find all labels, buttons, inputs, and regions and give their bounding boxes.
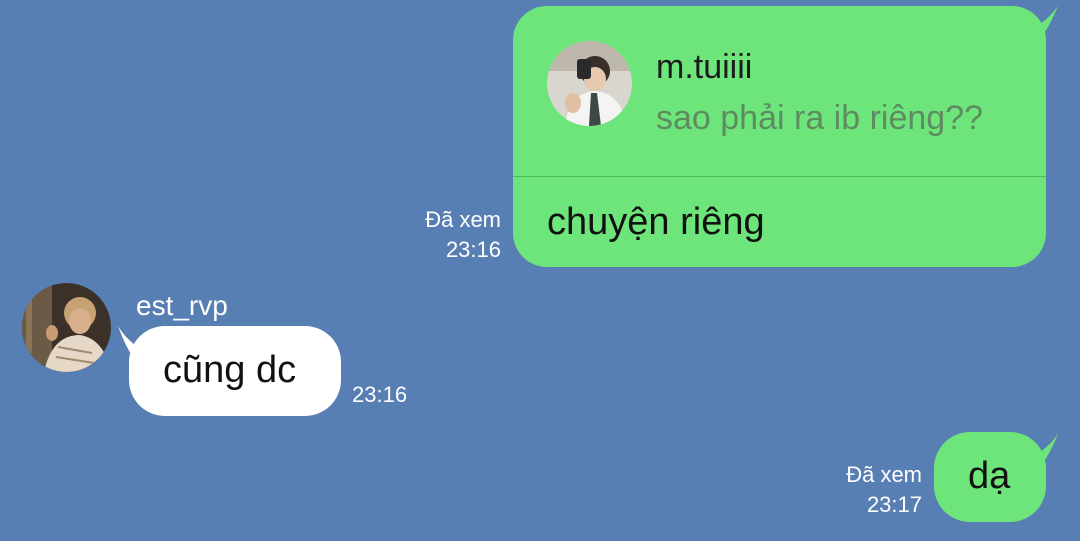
outgoing-message-text: dạ xyxy=(968,455,1011,497)
outgoing-message-meta: Đã xem 23:17 xyxy=(846,460,922,520)
avatar-photo-icon xyxy=(547,41,632,126)
incoming-message-text: cũng dc xyxy=(163,349,297,391)
bubble-tail-icon xyxy=(1020,6,1058,38)
message-time: 23:16 xyxy=(445,237,501,262)
reply-divider xyxy=(513,176,1046,177)
reply-message-text: chuyện riêng xyxy=(547,201,765,243)
quoted-sender-name: m.tuiiii xyxy=(656,48,753,86)
incoming-sender-name: est_rvp xyxy=(136,290,228,321)
message-time: 23:16 xyxy=(352,382,408,407)
reply-message-meta: Đã xem 23:16 xyxy=(425,205,501,265)
bubble-tail-icon xyxy=(1020,434,1058,466)
message-time: 23:17 xyxy=(866,492,922,517)
quoted-sender-avatar[interactable] xyxy=(547,41,632,126)
quoted-message-text: sao phải ra ib riêng?? xyxy=(656,99,984,137)
read-status: Đã xem xyxy=(846,462,922,487)
read-status: Đã xem xyxy=(425,207,501,232)
incoming-sender-avatar[interactable] xyxy=(22,283,111,372)
bubble-tail-icon xyxy=(118,326,152,358)
avatar-photo-icon xyxy=(22,283,111,372)
